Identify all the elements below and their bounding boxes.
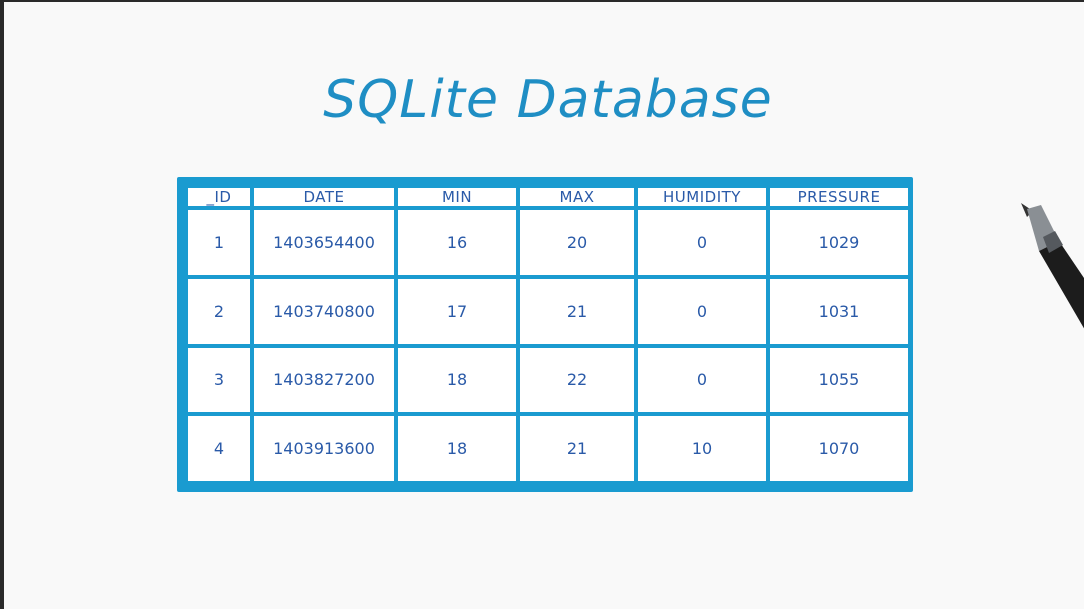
whiteboard-canvas: SQLite Database _ID DATE MIN MAX HUMIDIT… — [4, 2, 1084, 609]
page-title: SQLite Database — [323, 70, 773, 130]
cell-humidity: 0 — [638, 278, 766, 344]
cell-humidity: 0 — [638, 210, 766, 275]
cell-max: 21 — [520, 278, 634, 344]
cell-pressure: 1029 — [770, 210, 908, 275]
cell-max: 21 — [520, 416, 634, 481]
cell-min: 17 — [398, 278, 516, 344]
column-header-humidity: HUMIDITY — [638, 188, 766, 206]
database-table-frame: _ID DATE MIN MAX HUMIDITY PRESSURE 1 140… — [177, 177, 913, 492]
cell-pressure: 1055 — [770, 347, 908, 413]
cell-id: 1 — [188, 210, 250, 275]
cell-date: 1403740800 — [254, 278, 394, 344]
cell-max: 20 — [520, 210, 634, 275]
table-row: 4 1403913600 18 21 10 1070 — [188, 416, 908, 481]
cell-pressure: 1031 — [770, 278, 908, 344]
column-header-id: _ID — [188, 188, 250, 206]
database-table: _ID DATE MIN MAX HUMIDITY PRESSURE 1 140… — [184, 184, 912, 485]
cell-date: 1403654400 — [254, 210, 394, 275]
cell-id: 2 — [188, 278, 250, 344]
table-row: 2 1403740800 17 21 0 1031 — [188, 278, 908, 344]
cell-humidity: 10 — [638, 416, 766, 481]
cell-max: 22 — [520, 347, 634, 413]
table-header-row: _ID DATE MIN MAX HUMIDITY PRESSURE — [188, 188, 908, 206]
cell-min: 18 — [398, 347, 516, 413]
column-header-max: MAX — [520, 188, 634, 206]
cell-min: 16 — [398, 210, 516, 275]
cell-id: 4 — [188, 416, 250, 481]
cell-date: 1403827200 — [254, 347, 394, 413]
cell-humidity: 0 — [638, 347, 766, 413]
table-row: 3 1403827200 18 22 0 1055 — [188, 347, 908, 413]
column-header-pressure: PRESSURE — [770, 188, 908, 206]
cell-min: 18 — [398, 416, 516, 481]
column-header-date: DATE — [254, 188, 394, 206]
cell-id: 3 — [188, 347, 250, 413]
pen-icon — [1021, 203, 1084, 329]
cell-pressure: 1070 — [770, 416, 908, 481]
cell-date: 1403913600 — [254, 416, 394, 481]
table-row: 1 1403654400 16 20 0 1029 — [188, 210, 908, 275]
column-header-min: MIN — [398, 188, 516, 206]
